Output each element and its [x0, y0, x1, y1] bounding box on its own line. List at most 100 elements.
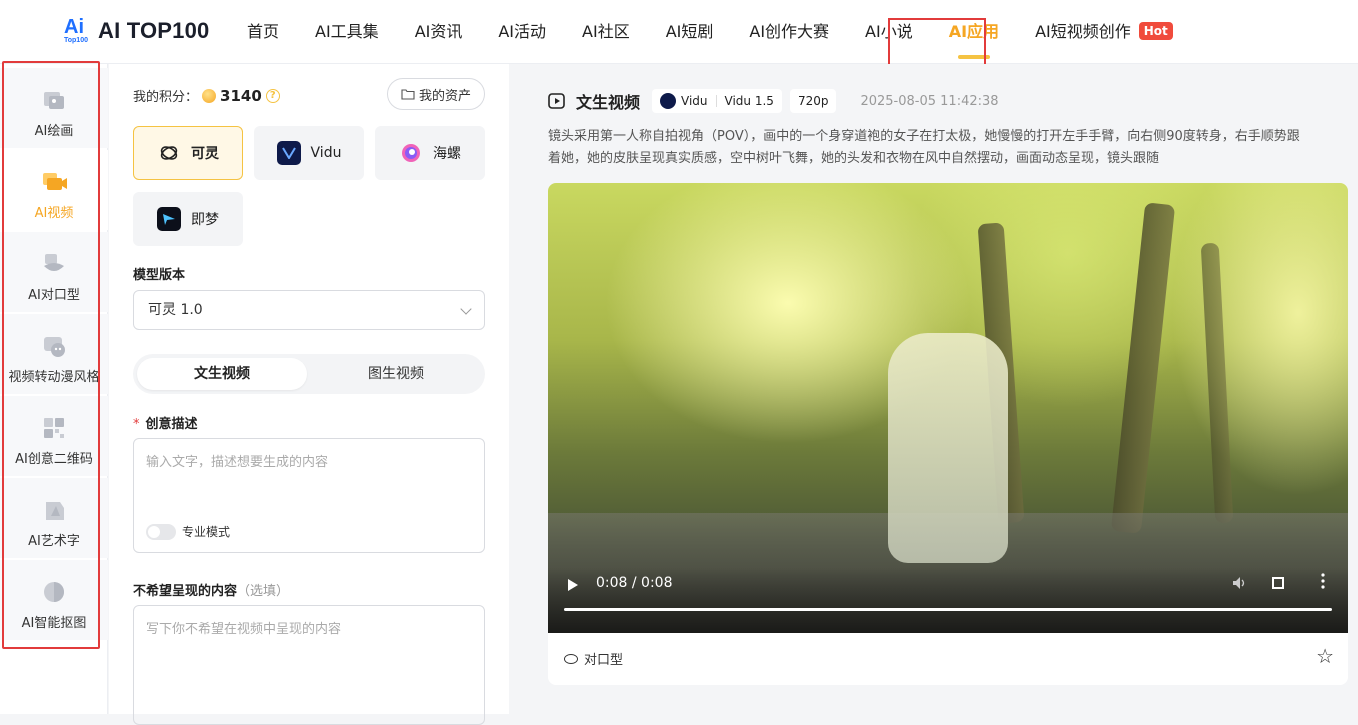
nav-item-short-drama[interactable]: AI短剧 — [666, 0, 714, 64]
volume-icon[interactable] — [1232, 576, 1248, 590]
my-assets-label: 我的资产 — [418, 88, 471, 104]
model-label: 即梦 — [191, 212, 219, 228]
lips-icon — [564, 653, 578, 664]
model-option-kling[interactable]: 可灵 — [133, 126, 243, 180]
result-description: 镜头采用第一人称自拍视角（POV），画中的一个身穿道袍的女子在打太极，她慢慢的打… — [548, 126, 1358, 170]
description-line: 镜头采用第一人称自拍视角（POV），画中的一个身穿道袍的女子在打太极，她慢慢的打… — [548, 129, 1300, 144]
video-time: 0:08 / 0:08 — [596, 575, 673, 591]
model-label: 可灵 — [191, 146, 219, 162]
prompt-placeholder: 输入文字，描述想要生成的内容 — [146, 455, 329, 470]
fullscreen-icon[interactable] — [1272, 577, 1284, 589]
qrcode-icon — [44, 418, 64, 438]
model-chip-label: Vidu — [681, 94, 708, 108]
negative-label-text: 不希望呈现的内容 — [133, 584, 238, 599]
star-icon[interactable]: ☆ — [1316, 646, 1334, 666]
sidebar-item-label: AI视频 — [34, 206, 74, 221]
video-icon — [43, 173, 67, 190]
mode-tabs: 文生视频 图生视频 — [133, 354, 485, 394]
sidebar-item-label: AI创意二维码 — [15, 452, 93, 467]
sidebar-item-lip-sync[interactable]: AI对口型 — [0, 232, 108, 312]
prompt-label-text: 创意描述 — [145, 417, 198, 432]
nav-item-community[interactable]: AI社区 — [582, 0, 630, 64]
result-title: 文生视频 — [576, 93, 641, 112]
result-area: 文生视频 Vidu Vidu 1.5 720p 2025-08-05 11:42… — [510, 64, 1358, 714]
video-player[interactable]: 0:08 / 0:08 — [548, 183, 1348, 633]
sidebar-item-ai-video[interactable]: AI视频 — [0, 150, 108, 230]
sidebar-item-label: AI智能抠图 — [21, 616, 87, 631]
points-value: 3140 — [220, 86, 262, 105]
negative-prompt-input[interactable]: 写下你不希望在视频中呈现的内容 — [133, 605, 485, 725]
tab-image-to-video[interactable]: 图生视频 — [311, 358, 481, 390]
help-icon[interactable]: ? — [265, 88, 280, 103]
model-label: 海螺 — [433, 146, 461, 162]
required-mark: * — [133, 417, 140, 432]
video-frame-detail — [1200, 242, 1234, 524]
jimeng-icon — [157, 207, 181, 231]
vidu-icon — [660, 93, 677, 109]
vidu-icon — [276, 141, 301, 165]
description-line: 着她，她的皮肤呈现真实质感，空中树叶飞舞，她的头发和衣物在风中自然摆动，画面动态… — [548, 151, 1160, 166]
nav-item-news[interactable]: AI资讯 — [415, 0, 463, 64]
model-chip: Vidu Vidu 1.5 — [652, 89, 782, 113]
result-timestamp: 2025-08-05 11:42:38 — [860, 93, 999, 109]
sidebar-item-art-text[interactable]: AI艺术字 — [0, 478, 108, 558]
nav-item-short-video[interactable]: AI短视频创作 Hot — [1035, 0, 1173, 64]
main-nav: 首页 AI工具集 AI资讯 AI活动 AI社区 AI短剧 AI创作大赛 AI小说… — [247, 0, 1209, 64]
sidebar-item-label: AI对口型 — [28, 288, 80, 303]
coin-icon — [202, 88, 217, 103]
hailuo-icon — [399, 141, 423, 165]
logo-text: AI TOP100 — [98, 18, 210, 43]
model-option-vidu[interactable]: Vidu — [254, 126, 364, 180]
lip-sync-label: 对口型 — [584, 653, 624, 668]
top-navbar: Ai Top100 AI TOP100 首页 AI工具集 AI资讯 AI活动 A… — [0, 0, 1358, 64]
sidebar-item-qrcode[interactable]: AI创意二维码 — [0, 396, 108, 476]
logo-mark-subtext: Top100 — [64, 37, 88, 44]
video-card-footer: 对口型 ☆ — [548, 633, 1348, 685]
logo-mark: Ai Top100 — [64, 16, 90, 46]
more-options-icon[interactable] — [1320, 573, 1326, 589]
resolution-chip: 720p — [789, 89, 837, 113]
model-option-jimeng[interactable]: 即梦 — [133, 192, 243, 246]
model-version-select[interactable]: 可灵 1.0 — [133, 290, 485, 330]
negative-prompt-label: 不希望呈现的内容（选填） — [133, 580, 289, 599]
lips-icon — [44, 254, 64, 271]
model-version-value: 可灵 1.0 — [148, 302, 203, 318]
model-label: Vidu — [310, 145, 342, 161]
points-label: 我的积分： — [133, 90, 199, 105]
video-frame-detail — [1110, 202, 1176, 534]
nav-item-events[interactable]: AI活动 — [498, 0, 546, 64]
prompt-input[interactable]: 输入文字，描述想要生成的内容 专业模式 — [133, 438, 485, 553]
negative-placeholder: 写下你不希望在视频中呈现的内容 — [146, 622, 342, 637]
optional-hint: （选填） — [237, 584, 290, 599]
version-chip-label: Vidu 1.5 — [724, 94, 774, 108]
model-option-hailuo[interactable]: 海螺 — [375, 126, 485, 180]
nav-item-tools[interactable]: AI工具集 — [315, 0, 379, 64]
pro-mode-toggle[interactable]: 专业模式 — [146, 523, 230, 540]
model-version-label: 模型版本 — [133, 268, 186, 283]
sidebar: AI绘画 AI视频 AI对口型 视频转动漫风格 AI创意二维码 AI艺术字 AI… — [0, 64, 108, 714]
hot-badge: Hot — [1138, 22, 1173, 40]
folder-icon — [401, 89, 415, 100]
points-display: 我的积分： 3140 ? — [133, 86, 280, 105]
video-progress-bar[interactable] — [564, 608, 1332, 611]
nav-item-home[interactable]: 首页 — [247, 0, 279, 64]
my-assets-button[interactable]: 我的资产 — [387, 78, 485, 110]
nav-item-short-video-label: AI短视频创作 — [1035, 22, 1131, 41]
image-icon — [44, 92, 64, 109]
sidebar-item-label: AI绘画 — [34, 124, 74, 139]
nav-item-contest[interactable]: AI创作大赛 — [749, 0, 829, 64]
toggle-switch[interactable] — [146, 523, 176, 540]
video-edit-icon — [548, 93, 565, 109]
video-frame-figure — [888, 333, 1008, 563]
tab-text-to-video[interactable]: 文生视频 — [137, 358, 307, 390]
logo[interactable]: Ai Top100 AI TOP100 — [64, 16, 209, 46]
play-icon[interactable] — [568, 579, 578, 591]
video-controls: 0:08 / 0:08 — [548, 567, 1348, 633]
sidebar-item-cutout[interactable]: AI智能抠图 — [0, 560, 108, 640]
chip-divider — [715, 95, 717, 107]
cutout-icon — [44, 582, 64, 602]
sidebar-item-ai-painting[interactable]: AI绘画 — [0, 68, 108, 148]
lip-sync-button[interactable]: 对口型 — [564, 649, 623, 668]
anime-icon — [44, 337, 65, 357]
sidebar-item-anime-style[interactable]: 视频转动漫风格 — [0, 314, 108, 394]
